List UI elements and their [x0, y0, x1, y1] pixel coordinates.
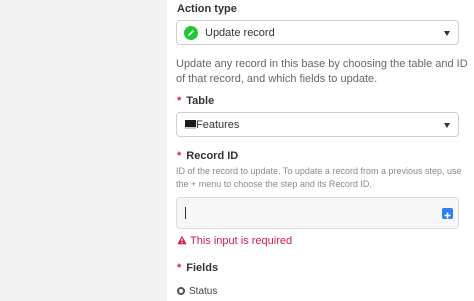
- chevron-down-icon: [444, 123, 450, 128]
- required-marker: *: [177, 95, 182, 107]
- action-type-value: Update record: [205, 27, 275, 39]
- chevron-down-icon: [444, 31, 450, 36]
- table-label-text: Table: [186, 95, 215, 107]
- fields-label: * Fields: [177, 262, 218, 274]
- table-value: Features: [196, 119, 240, 131]
- action-type-select[interactable]: Update record: [176, 20, 459, 45]
- fields-label-text: Fields: [186, 262, 219, 274]
- record-id-label-text: Record ID: [186, 150, 239, 162]
- table-select[interactable]: Features: [176, 112, 459, 137]
- record-id-error: This input is required: [177, 235, 292, 248]
- required-marker: *: [177, 262, 182, 274]
- text-cursor: [185, 207, 186, 219]
- action-type-description: Update any record in this base by choosi…: [176, 58, 468, 85]
- field-item-status[interactable]: Status: [177, 286, 217, 297]
- record-id-input[interactable]: [176, 197, 459, 229]
- table-icon: [185, 120, 196, 129]
- left-pane: [0, 0, 167, 301]
- action-config-panel: Action type Update record Update any rec…: [167, 0, 474, 301]
- plus-icon[interactable]: [442, 208, 453, 219]
- pencil-icon: [184, 26, 198, 40]
- warning-icon: [177, 235, 187, 248]
- field-item-label: Status: [189, 286, 218, 297]
- table-label: * Table: [177, 95, 214, 107]
- required-marker: *: [177, 150, 182, 162]
- record-id-help: ID of the record to update. To update a …: [176, 166, 462, 189]
- record-id-label: * Record ID: [177, 150, 238, 162]
- action-type-label: Action type: [177, 3, 237, 15]
- status-icon: [177, 287, 185, 295]
- error-text: This input is required: [190, 235, 293, 247]
